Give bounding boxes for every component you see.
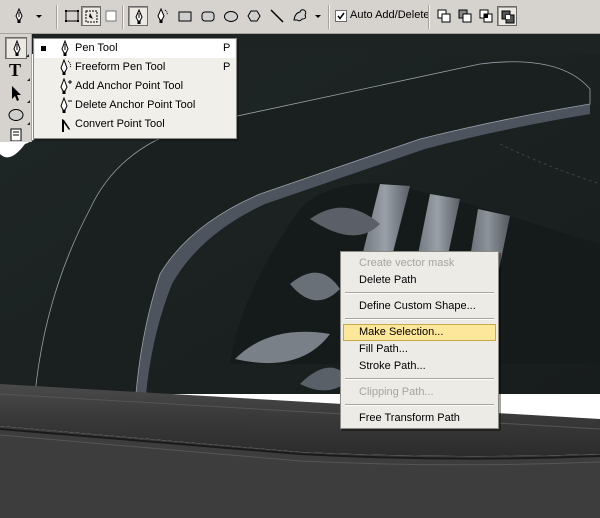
separator (428, 5, 430, 29)
convert-point-icon (62, 119, 70, 132)
add-anchor-icon (60, 78, 72, 94)
pen-icon (61, 40, 69, 56)
flyout-item-label: Delete Anchor Point Tool (75, 99, 196, 111)
auto-add-delete-checkbox[interactable] (335, 10, 347, 22)
polygon-icon[interactable] (244, 6, 264, 26)
flyout-item-add-anchor-point-tool[interactable]: Add Anchor Point Tool (35, 77, 235, 96)
ellipse-tool-button[interactable] (5, 104, 30, 126)
notes-tool-button[interactable] (5, 127, 27, 141)
flyout-item-label: Freeform Pen Tool (75, 61, 166, 73)
menu-item-create-vector-mask[interactable]: Create vector mask (343, 255, 496, 272)
dropdown-arrow-icon[interactable] (33, 6, 45, 26)
pen-tool-icon (13, 39, 21, 56)
flyout-item-shortcut: P (223, 42, 231, 54)
path-context-menu: Create vector mask Delete Path Define Cu… (340, 251, 499, 429)
shape-layers-icon[interactable] (62, 6, 82, 26)
menu-item-label: Delete Path (359, 274, 417, 286)
flyout-item-label: Add Anchor Point Tool (75, 80, 184, 92)
options-bar: Auto Add/Delete (0, 0, 600, 34)
exclude-path-icon[interactable] (497, 6, 517, 26)
flyout-item-shortcut: P (223, 61, 231, 73)
menu-item-label: Create vector mask (359, 257, 455, 269)
flyout-indicator-icon (27, 122, 30, 125)
freeform-pen-icon (60, 59, 72, 75)
flyout-item-freeform-pen-tool[interactable]: Freeform Pen Tool P (35, 58, 235, 77)
menu-item-label: Define Custom Shape... (359, 300, 476, 312)
flyout-indicator-icon (27, 100, 30, 103)
subtract-path-icon[interactable] (455, 6, 475, 26)
ellipse-icon[interactable] (221, 6, 241, 26)
paths-icon[interactable] (81, 6, 101, 26)
custom-shape-icon[interactable] (290, 6, 310, 26)
menu-item-label: Make Selection... (359, 326, 444, 338)
rounded-rectangle-icon[interactable] (198, 6, 218, 26)
pen-icon[interactable] (128, 6, 148, 26)
flyout-item-pen-tool[interactable]: Pen Tool P (35, 39, 235, 58)
add-to-path-icon[interactable] (434, 6, 454, 26)
menu-item-label: Stroke Path... (359, 360, 426, 372)
intersect-path-icon[interactable] (476, 6, 496, 26)
menu-separator (345, 378, 494, 380)
flyout-item-delete-anchor-point-tool[interactable]: Delete Anchor Point Tool (35, 96, 235, 115)
separator (122, 5, 124, 29)
fill-pixels-icon[interactable] (101, 6, 121, 26)
path-selection-tool-button[interactable] (5, 82, 30, 104)
menu-item-delete-path[interactable]: Delete Path (343, 272, 496, 289)
line-icon[interactable] (267, 6, 287, 26)
rectangle-icon[interactable] (175, 6, 195, 26)
menu-item-make-selection[interactable]: Make Selection... (343, 324, 496, 341)
menu-separator (345, 292, 494, 294)
flyout-item-convert-point-tool[interactable]: Convert Point Tool (35, 115, 235, 134)
separator (328, 5, 330, 29)
pen-tool-icon[interactable] (9, 6, 29, 26)
ellipse-tool-icon (8, 109, 24, 121)
menu-item-define-custom-shape[interactable]: Define Custom Shape... (343, 298, 496, 315)
flyout-item-label: Convert Point Tool (75, 118, 165, 130)
delete-anchor-icon (60, 97, 72, 113)
menu-item-free-transform-path[interactable]: Free Transform Path (343, 410, 496, 427)
separator (56, 5, 58, 29)
dropdown-arrow-icon[interactable] (312, 6, 324, 26)
notes-icon (10, 128, 22, 141)
menu-separator (345, 404, 494, 406)
pen-tool-flyout: Pen Tool P Freeform Pen Tool P Add Ancho… (33, 38, 237, 139)
menu-item-stroke-path[interactable]: Stroke Path... (343, 358, 496, 375)
tools-panel: T (0, 34, 32, 142)
flyout-indicator-icon (26, 54, 29, 57)
menu-item-label: Fill Path... (359, 343, 408, 355)
menu-separator (345, 318, 494, 320)
pen-tool-button[interactable] (5, 37, 29, 59)
menu-item-label: Free Transform Path (359, 412, 460, 424)
type-tool-button[interactable]: T (5, 60, 30, 82)
path-selection-icon (12, 86, 21, 101)
menu-item-clipping-path[interactable]: Clipping Path... (343, 384, 496, 401)
menu-item-fill-path[interactable]: Fill Path... (343, 341, 496, 358)
type-tool-icon: T (9, 60, 22, 80)
freeform-pen-icon[interactable] (152, 6, 172, 26)
flyout-item-label: Pen Tool (75, 42, 118, 54)
menu-item-label: Clipping Path... (359, 386, 434, 398)
flyout-indicator-icon (27, 78, 30, 81)
selected-bullet-icon (41, 46, 46, 51)
auto-add-delete-label: Auto Add/Delete (350, 9, 430, 21)
